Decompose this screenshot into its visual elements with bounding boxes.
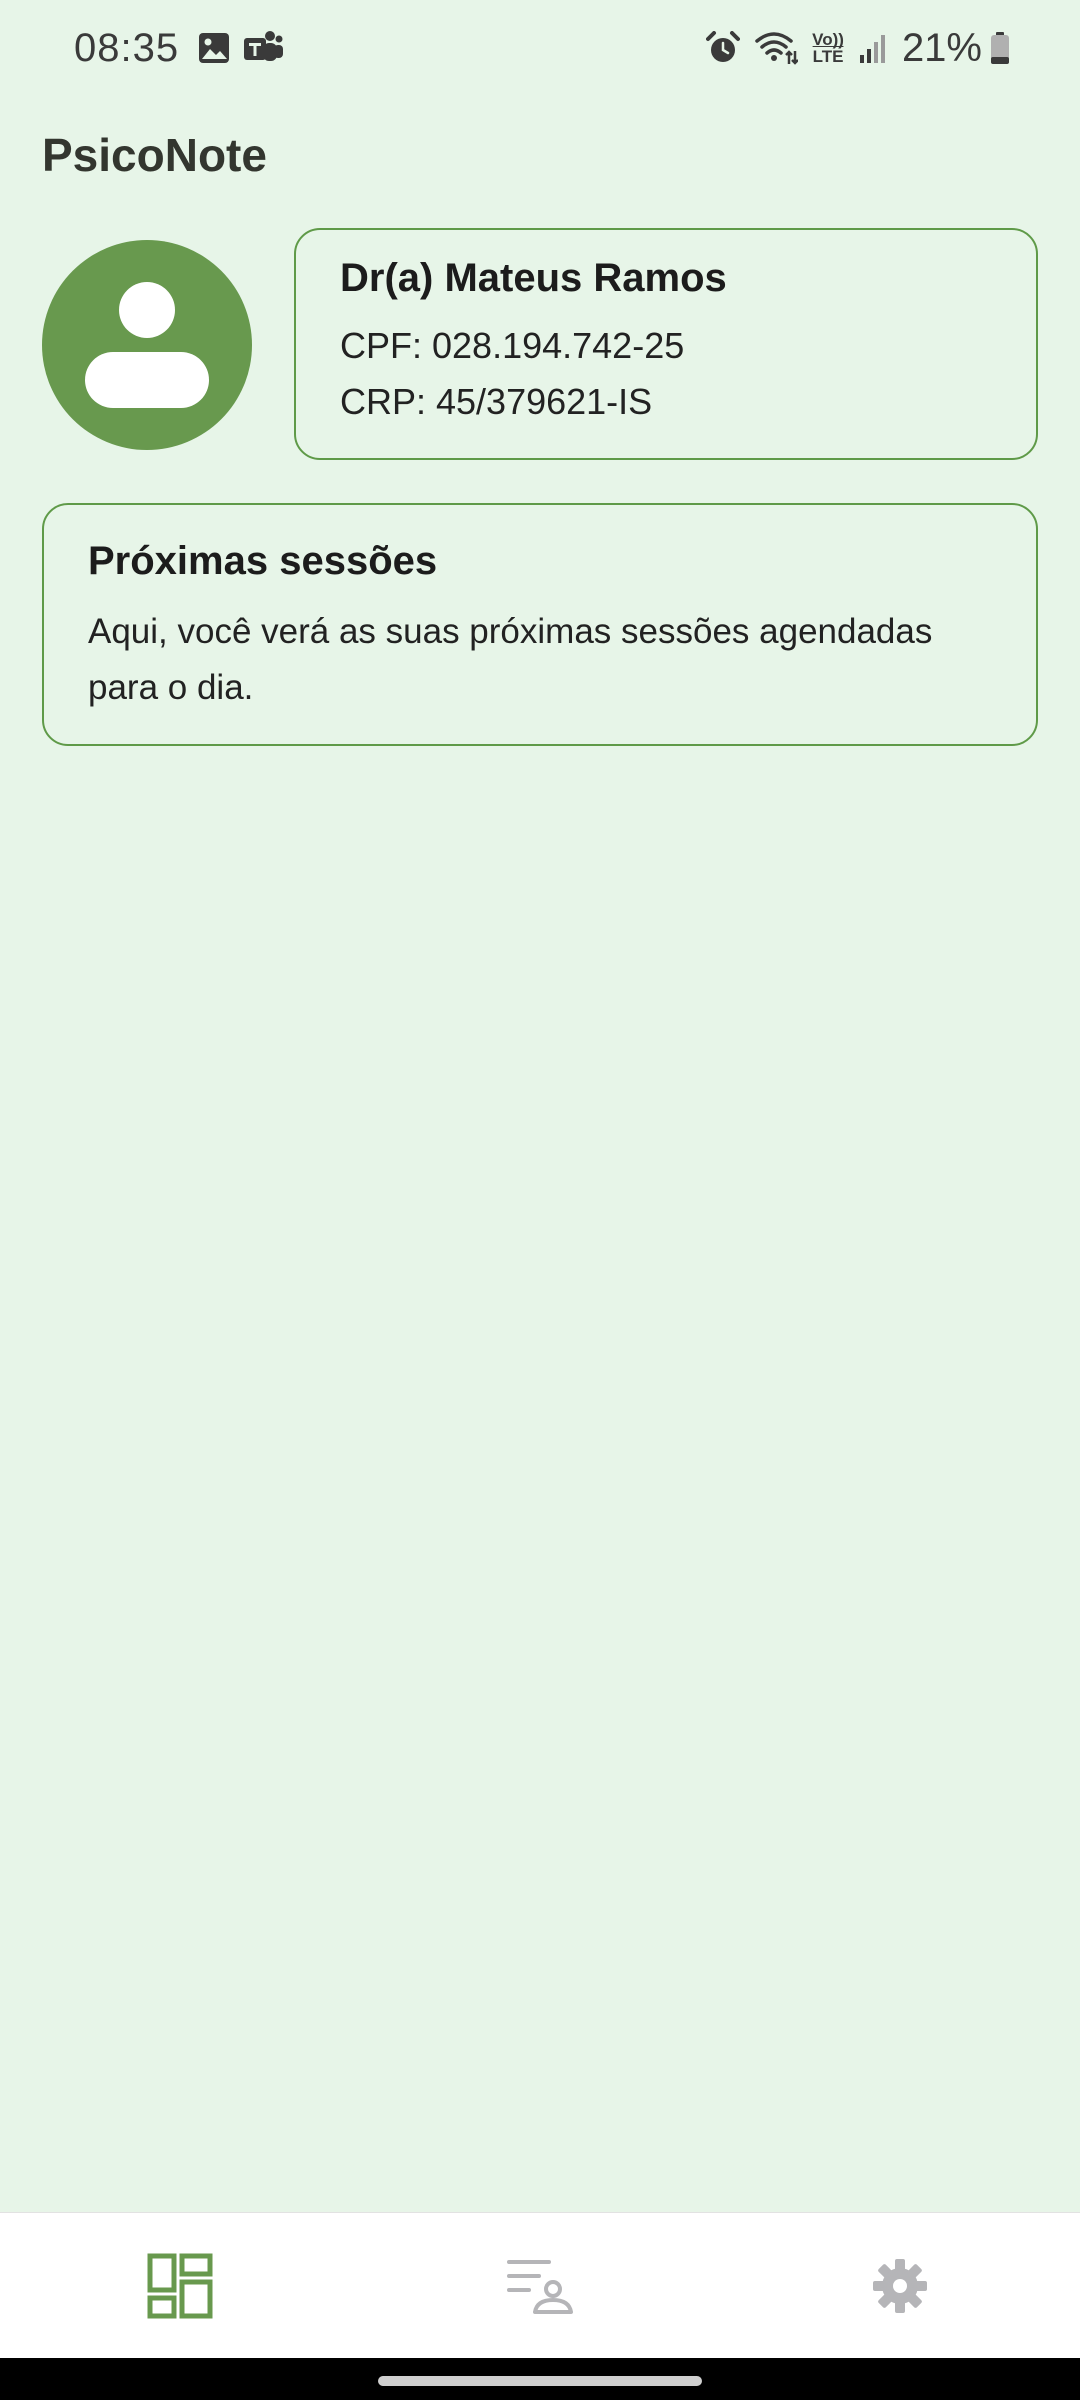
- battery-icon: [990, 31, 1010, 65]
- nav-item-settings[interactable]: [800, 2213, 1000, 2359]
- doctor-name: Dr(a) Mateus Ramos: [340, 256, 727, 300]
- doctor-cpf: CPF: 028.194.742-25: [340, 325, 685, 366]
- upcoming-sessions-card: Próximas sessões Aqui, você verá as suas…: [42, 503, 1038, 746]
- teams-icon: [243, 30, 284, 66]
- sessions-title: Próximas sessões: [88, 539, 438, 583]
- dashboard-icon: [147, 2253, 213, 2318]
- wifi-icon: [754, 30, 799, 66]
- nav-item-patients[interactable]: [440, 2213, 640, 2359]
- volte-top-label: Vo)): [812, 30, 844, 49]
- gesture-handle[interactable]: [378, 2376, 702, 2386]
- alarm-icon: [706, 31, 741, 65]
- volte-bottom-label: LTE: [812, 47, 844, 66]
- patients-list-icon: [507, 2259, 573, 2314]
- volte-icon: Vo)) LTE: [812, 31, 844, 65]
- app-title: PsicoNote: [42, 129, 267, 181]
- screen: 08:35 Vo)) LTE 21% PsicoNote Dr(a) Mateu…: [0, 0, 1080, 2400]
- signal-icon: [858, 31, 888, 65]
- profile-card: Dr(a) Mateus Ramos CPF: 028.194.742-25 C…: [294, 228, 1038, 460]
- sessions-description: Aqui, você verá as suas próximas sessões…: [88, 612, 933, 707]
- status-time: 08:35: [74, 25, 180, 70]
- gear-icon: [873, 2258, 927, 2313]
- status-right: Vo)) LTE 21%: [706, 26, 1010, 71]
- person-icon: [85, 282, 209, 408]
- avatar[interactable]: [42, 240, 252, 450]
- gallery-icon: [197, 31, 231, 65]
- status-left: 08:35: [74, 26, 295, 71]
- status-bar: 08:35 Vo)) LTE 21%: [0, 0, 1080, 96]
- battery-percent: 21%: [901, 25, 982, 70]
- bottom-navigation: [0, 2212, 1080, 2358]
- gesture-bar-area: [0, 2358, 1080, 2400]
- nav-item-dashboard[interactable]: [80, 2213, 280, 2359]
- doctor-crp: CRP: 45/379621-IS: [340, 381, 653, 422]
